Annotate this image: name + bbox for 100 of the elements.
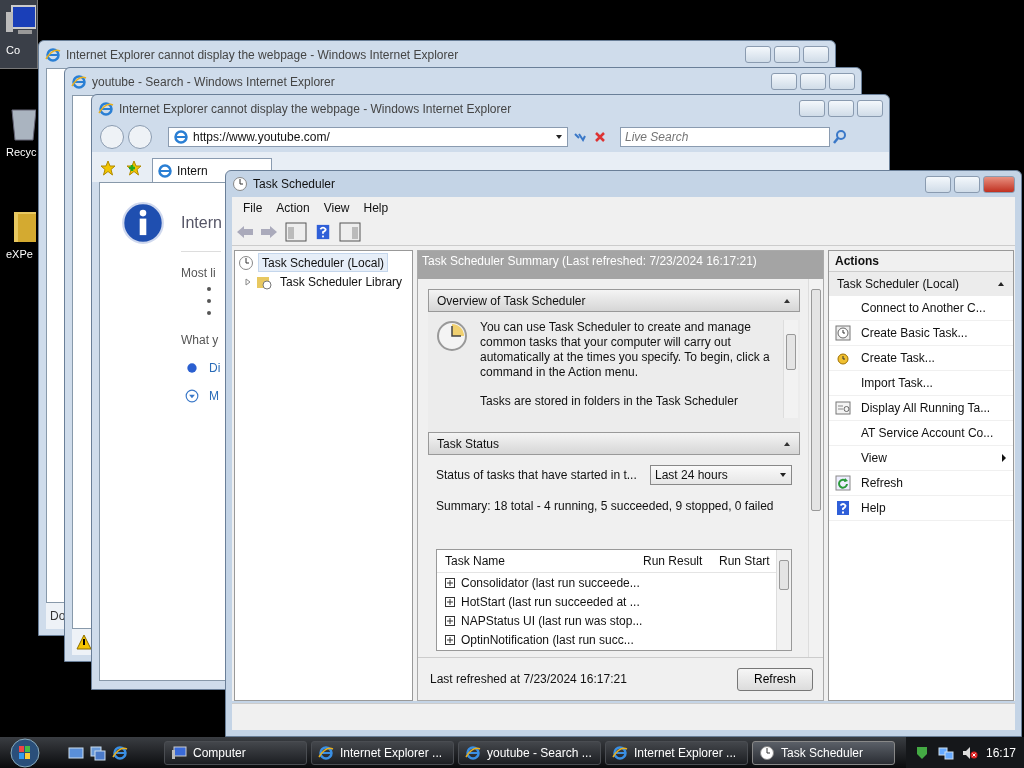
action-link[interactable]: Refresh — [861, 476, 904, 490]
maximize-button[interactable] — [774, 46, 800, 63]
close-button[interactable] — [983, 175, 1015, 193]
menu-item[interactable]: View — [316, 201, 357, 215]
add-favorite-icon[interactable] — [126, 160, 142, 176]
action-link[interactable]: Create Basic Task... — [861, 326, 968, 340]
minimize-button[interactable] — [745, 46, 771, 63]
action-link[interactable]: Help — [861, 501, 886, 515]
network-icon[interactable] — [937, 744, 954, 761]
taskbar-button[interactable]: Computer — [164, 740, 307, 765]
dropdown-caret-icon[interactable] — [779, 471, 787, 479]
browser-logo-icon — [465, 744, 481, 761]
section-header[interactable]: Task Status — [428, 432, 800, 455]
browser-tab[interactable]: Intern — [177, 163, 208, 178]
paragraph: Tasks are stored in folders in the Task Scheduler — [480, 394, 739, 409]
computer-icon — [171, 744, 187, 761]
link[interactable]: M — [209, 389, 219, 403]
menu-item[interactable]: File — [236, 201, 270, 215]
section-header[interactable]: Overview of Task Scheduler — [428, 289, 800, 312]
taskbar-button[interactable]: Task Scheduler — [752, 740, 895, 765]
collapse-arrow-icon[interactable] — [997, 280, 1005, 288]
action-link[interactable]: AT Service Account Co... — [861, 426, 994, 440]
expand-toggle-icon[interactable] — [445, 577, 455, 588]
time-range-dropdown[interactable]: Last 24 hours — [650, 465, 792, 485]
help-icon[interactable] — [314, 224, 332, 240]
table-cell: Consolidator (last run succeede... — [461, 575, 640, 590]
info-icon — [121, 201, 165, 245]
bullet-icon — [207, 311, 211, 315]
refresh-icon — [835, 475, 851, 491]
minimize-button[interactable] — [925, 175, 951, 193]
expand-icon[interactable] — [185, 389, 199, 403]
action-link[interactable]: Connect to Another C... — [861, 301, 986, 315]
action-group-header[interactable]: Task Scheduler (Local) — [829, 272, 1013, 296]
scrollbar[interactable] — [776, 550, 791, 650]
close-button[interactable] — [803, 46, 829, 63]
column-header[interactable]: Run Result — [635, 554, 711, 568]
taskbar-button[interactable]: Internet Explorer ... — [311, 740, 454, 765]
window-title: Internet Explorer cannot display the webpage - Windows Internet Explorer — [66, 47, 459, 62]
switch-windows-icon[interactable] — [90, 744, 106, 761]
maximize-button[interactable] — [828, 100, 854, 117]
browser-logo-icon[interactable] — [112, 744, 128, 761]
close-button[interactable] — [829, 73, 855, 90]
browser-logo-icon — [45, 46, 61, 63]
minimize-button[interactable] — [771, 73, 797, 90]
show-desktop-icon[interactable] — [68, 744, 84, 761]
last-refreshed-text: Last refreshed at 7/23/2024 16:17:21 — [430, 672, 627, 686]
window-title: Task Scheduler — [253, 177, 336, 191]
menu-item[interactable]: Help — [356, 201, 396, 215]
expand-toggle-icon[interactable] — [445, 596, 455, 607]
tree-item[interactable]: Task Scheduler Library — [276, 272, 407, 291]
page-text: What y — [181, 333, 220, 347]
window-title: youtube - Search - Windows Internet Explorer — [92, 74, 335, 89]
taskbar-button[interactable]: youtube - Search ... — [458, 740, 601, 765]
scrollbar[interactable] — [783, 320, 798, 418]
clock-icon — [759, 744, 775, 761]
address-field[interactable]: https://www.youtube.com/ — [168, 127, 568, 147]
column-header[interactable]: Run Start — [711, 554, 770, 568]
tree-item[interactable]: Task Scheduler (Local) — [258, 253, 389, 272]
back-arrow-icon[interactable] — [236, 224, 254, 240]
bullet-icon — [185, 361, 199, 375]
browser-logo-icon — [157, 162, 173, 179]
scrollbar[interactable] — [808, 279, 823, 657]
refresh-button[interactable]: Refresh — [737, 667, 813, 691]
filter-label: Status of tasks that have started in t... — [436, 468, 637, 482]
minimize-button[interactable] — [799, 100, 825, 117]
action-link[interactable]: Import Task... — [861, 376, 933, 390]
page-icon — [173, 129, 189, 145]
maximize-button[interactable] — [800, 73, 826, 90]
show-action-pane-icon[interactable] — [338, 222, 362, 242]
maximize-button[interactable] — [954, 175, 980, 193]
column-header[interactable]: Task Name — [437, 554, 635, 568]
window-title: Internet Explorer cannot display the webpage - Windows Internet Explorer — [119, 101, 512, 116]
link[interactable]: Di — [209, 361, 221, 375]
clock-text[interactable]: 16:17 — [985, 745, 1016, 760]
expand-toggle-icon[interactable] — [445, 615, 455, 626]
taskbar-button[interactable]: Internet Explorer ... — [605, 740, 748, 765]
help-icon — [835, 500, 851, 516]
dropdown-caret-icon[interactable] — [555, 133, 563, 141]
menu-item[interactable]: Action — [269, 201, 317, 215]
bullet-icon — [207, 299, 211, 303]
search-field[interactable]: Live Search — [620, 127, 830, 147]
action-link[interactable]: Create Task... — [861, 351, 935, 365]
start-button[interactable] — [10, 737, 40, 768]
expand-toggle-icon[interactable] — [445, 634, 455, 645]
action-link[interactable]: View — [861, 451, 887, 465]
favorites-star-icon[interactable] — [100, 160, 116, 176]
search-icon[interactable] — [832, 129, 848, 145]
page-text: Most li — [181, 266, 217, 280]
task-list-icon — [835, 400, 851, 416]
show-tree-icon[interactable] — [284, 222, 308, 242]
desktop-icon[interactable]: Co — [0, 0, 37, 68]
browser-logo-icon — [612, 744, 628, 761]
table-cell: OptinNotification (last run succ... — [461, 632, 634, 647]
forward-arrow-icon[interactable] — [260, 224, 278, 240]
forward-button[interactable] — [128, 125, 152, 149]
expand-arrow-icon[interactable] — [244, 277, 252, 286]
bullet-icon — [207, 287, 211, 291]
action-link[interactable]: Display All Running Ta... — [861, 401, 991, 415]
close-button[interactable] — [857, 100, 883, 117]
back-button[interactable] — [100, 125, 124, 149]
